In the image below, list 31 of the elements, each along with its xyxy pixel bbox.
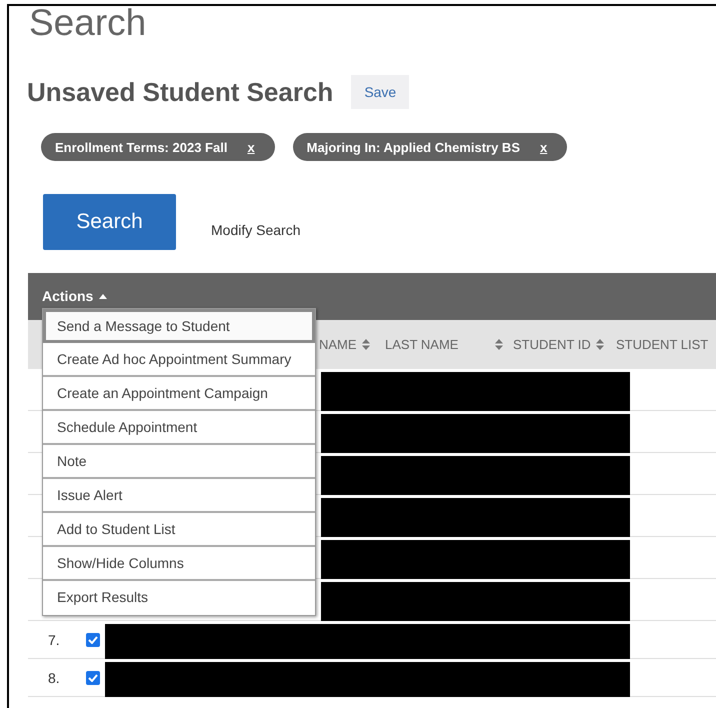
filter-label: Majoring In: Applied Chemistry BS: [306, 140, 520, 154]
page-title: Search: [29, 6, 148, 45]
remove-filter-button[interactable]: x: [540, 140, 548, 154]
row-number: 8.: [48, 670, 60, 686]
sort-icon[interactable]: [495, 339, 503, 350]
search-title: Unsaved Student Search: [27, 76, 334, 108]
column-header[interactable]: STUDENT LIST: [616, 337, 708, 352]
modify-search-link[interactable]: Modify Search: [211, 222, 300, 238]
menu-item[interactable]: Create an Appointment Campaign: [43, 377, 315, 411]
remove-filter-button[interactable]: x: [247, 140, 255, 154]
menu-item[interactable]: Issue Alert: [43, 479, 315, 513]
actions-button[interactable]: Actions: [42, 288, 108, 304]
sort-icon[interactable]: [596, 339, 604, 350]
menu-item[interactable]: Add to Student List: [43, 513, 315, 547]
column-header[interactable]: STUDENT ID: [513, 337, 591, 352]
column-header[interactable]: LAST NAME: [385, 337, 458, 352]
menu-item[interactable]: Show/Hide Columns: [43, 547, 315, 581]
menu-item[interactable]: Schedule Appointment: [43, 411, 315, 445]
filter-label: Enrollment Terms: 2023 Fall: [55, 140, 228, 154]
column-header[interactable]: NAME: [319, 337, 357, 352]
row-checkbox[interactable]: [86, 670, 100, 684]
menu-item[interactable]: Create Ad hoc Appointment Summary: [43, 343, 315, 377]
sort-icon[interactable]: [362, 339, 370, 350]
menu-item[interactable]: Note: [43, 445, 315, 479]
menu-item[interactable]: Send a Message to Student: [43, 309, 315, 343]
row-checkbox[interactable]: [86, 632, 100, 646]
row-number: 7.: [48, 632, 60, 648]
search-button[interactable]: Search: [43, 194, 176, 250]
save-button[interactable]: Save: [351, 75, 410, 109]
menu-item[interactable]: Export Results: [43, 581, 315, 615]
caret-icon: [99, 294, 108, 298]
